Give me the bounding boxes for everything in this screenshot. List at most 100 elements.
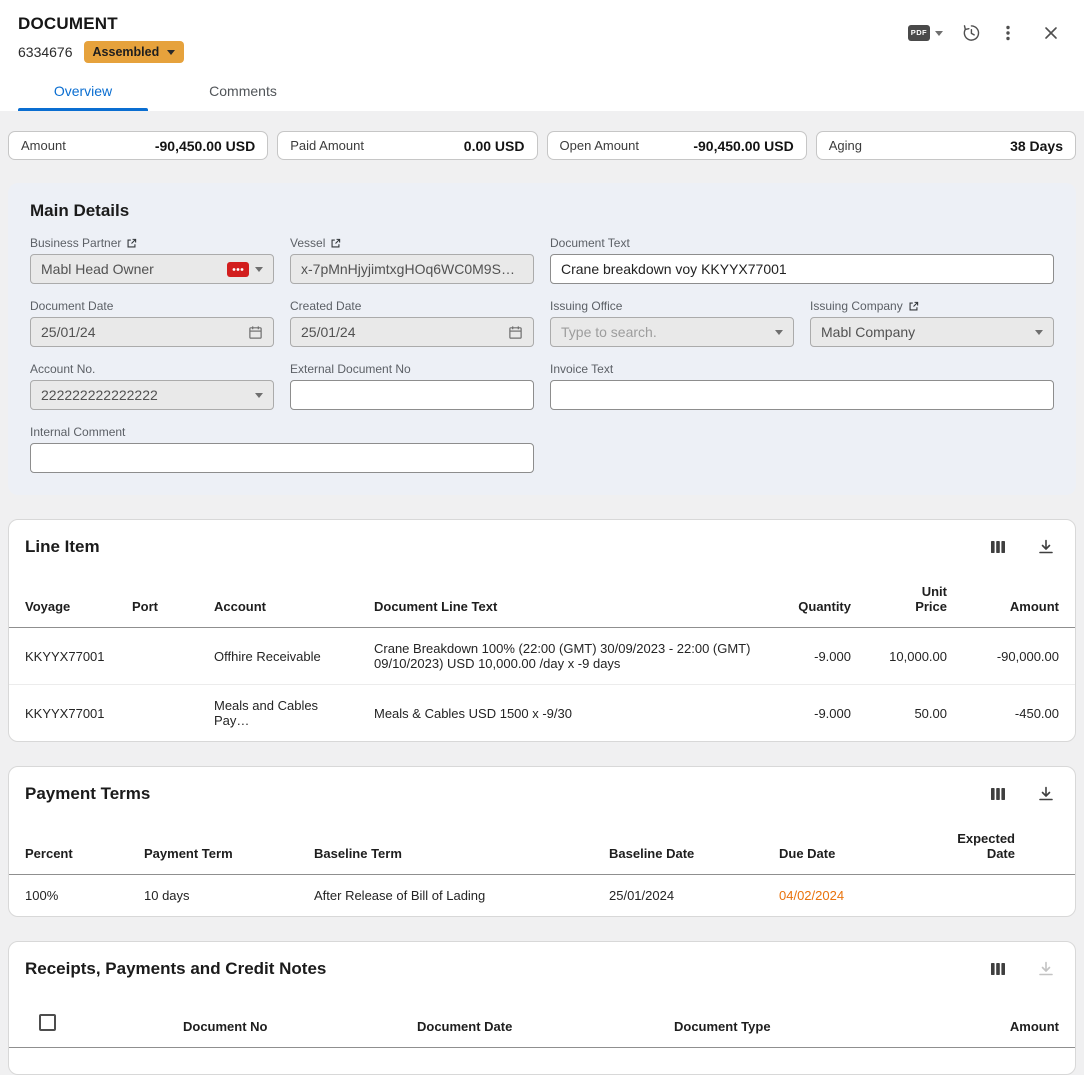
- field-external-document-no: External Document No: [290, 362, 534, 410]
- cell-unit-price: 50.00: [863, 685, 959, 742]
- columns-icon: [989, 960, 1007, 978]
- history-button[interactable]: [958, 20, 984, 46]
- download-icon: [1037, 960, 1055, 978]
- chevron-down-icon: [935, 31, 943, 36]
- summary-cards: Amount -90,450.00 USD Paid Amount 0.00 U…: [8, 131, 1076, 160]
- close-button[interactable]: [1040, 22, 1062, 44]
- field-label-text: Issuing Company: [810, 299, 903, 313]
- cell-voyage: KKYYX77001: [9, 685, 120, 742]
- summary-card-amount: Amount -90,450.00 USD: [8, 131, 268, 160]
- column-header-baseline-term: Baseline Term: [302, 813, 597, 875]
- status-badge[interactable]: Assembled: [84, 41, 185, 63]
- summary-label: Amount: [21, 138, 66, 153]
- payment-terms-title: Payment Terms: [25, 784, 150, 804]
- cell-expected-date: [917, 875, 1075, 917]
- field-vessel: Vessel x-7pMnHjyjimtxgHOq6WC0M9SNft…: [290, 236, 534, 284]
- field-label-text: Vessel: [290, 236, 325, 250]
- business-partner-select: Mabl Head Owner: [30, 254, 274, 284]
- summary-value: 0.00 USD: [464, 138, 525, 154]
- table-header-row: Voyage Port Account Document Line Text Q…: [9, 566, 1075, 628]
- field-label-text: Account No.: [30, 362, 95, 376]
- cell-unit-price: 10,000.00: [863, 628, 959, 685]
- tab-bar: Overview Comments: [18, 73, 1066, 111]
- invoice-text-label: Invoice Text: [550, 362, 1054, 376]
- main-details-title: Main Details: [30, 201, 1054, 221]
- column-settings-button[interactable]: [987, 783, 1009, 805]
- summary-label: Open Amount: [560, 138, 640, 153]
- chevron-down-icon: [255, 393, 263, 398]
- chevron-down-icon: [255, 267, 263, 272]
- column-header-due-date: Due Date: [767, 813, 917, 875]
- pdf-icon: PDF: [908, 25, 930, 41]
- column-header-percent: Percent: [9, 813, 132, 875]
- issuing-office-label: Issuing Office: [550, 299, 794, 313]
- download-button[interactable]: [1035, 536, 1057, 558]
- kebab-menu-icon: [999, 24, 1017, 42]
- issuing-office-select: Type to search.: [550, 317, 794, 347]
- calendar-icon: [248, 325, 263, 340]
- document-date-value: 25/01/24: [41, 324, 242, 340]
- line-item-table: Voyage Port Account Document Line Text Q…: [9, 566, 1075, 741]
- status-badge-label: Assembled: [93, 45, 160, 59]
- column-header-amount: Amount: [955, 996, 1075, 1048]
- account-no-select: 222222222222222: [30, 380, 274, 410]
- document-text-input[interactable]: [550, 254, 1054, 284]
- field-invoice-text: Invoice Text: [550, 362, 1054, 410]
- field-account-no: Account No. 222222222222222: [30, 362, 274, 410]
- column-header-amount: Amount: [959, 566, 1075, 628]
- issuing-office-placeholder: Type to search.: [561, 324, 769, 340]
- column-header-document-no: Document No: [171, 996, 405, 1048]
- table-header-row: Document No Document Date Document Type …: [9, 996, 1075, 1048]
- pdf-export-button[interactable]: PDF: [905, 22, 946, 44]
- line-item-title: Line Item: [25, 537, 100, 557]
- created-date-label: Created Date: [290, 299, 534, 313]
- field-issuing-office: Issuing Office Type to search.: [550, 299, 794, 347]
- column-header-expected-date: Expected Date: [917, 813, 1075, 875]
- receipts-card: Receipts, Payments and Credit Notes: [8, 941, 1076, 1075]
- summary-card-aging: Aging 38 Days: [816, 131, 1076, 160]
- external-link-icon[interactable]: [330, 238, 341, 249]
- business-partner-badge-icon: [227, 262, 249, 277]
- internal-comment-input[interactable]: [30, 443, 534, 473]
- field-label-text: External Document No: [290, 362, 411, 376]
- vessel-value: x-7pMnHjyjimtxgHOq6WC0M9SNft…: [301, 261, 523, 277]
- field-label-text: Issuing Office: [550, 299, 622, 313]
- empty-table-body: [9, 1048, 1075, 1075]
- internal-comment-label: Internal Comment: [30, 425, 534, 439]
- external-document-no-input[interactable]: [290, 380, 534, 410]
- download-icon: [1037, 785, 1055, 803]
- created-date-value: 25/01/24: [301, 324, 502, 340]
- column-header-document-line-text: Document Line Text: [362, 566, 773, 628]
- chevron-down-icon: [775, 330, 783, 335]
- cell-baseline-term: After Release of Bill of Lading: [302, 875, 597, 917]
- download-button[interactable]: [1035, 783, 1057, 805]
- issuing-company-select: Mabl Company: [810, 317, 1054, 347]
- cell-account: Offhire Receivable: [202, 628, 362, 685]
- columns-icon: [989, 785, 1007, 803]
- columns-icon: [989, 538, 1007, 556]
- document-date-input: 25/01/24: [30, 317, 274, 347]
- cell-account: Meals and Cables Pay…: [202, 685, 362, 742]
- cell-voyage: KKYYX77001: [9, 628, 120, 685]
- column-header-document-date: Document Date: [405, 996, 662, 1048]
- column-header-baseline-date: Baseline Date: [597, 813, 767, 875]
- external-link-icon[interactable]: [908, 301, 919, 312]
- field-issuing-company: Issuing Company Mabl Company: [810, 299, 1054, 347]
- external-link-icon[interactable]: [126, 238, 137, 249]
- column-settings-button[interactable]: [987, 536, 1009, 558]
- page-title: DOCUMENT: [18, 14, 184, 34]
- cell-amount: -450.00: [959, 685, 1075, 742]
- tab-overview[interactable]: Overview: [18, 73, 148, 111]
- field-label-text: Invoice Text: [550, 362, 613, 376]
- column-settings-button[interactable]: [987, 958, 1009, 980]
- receipts-title: Receipts, Payments and Credit Notes: [25, 959, 326, 979]
- chevron-down-icon: [167, 50, 175, 55]
- calendar-icon: [508, 325, 523, 340]
- more-options-button[interactable]: [996, 21, 1020, 45]
- select-all-checkbox[interactable]: [39, 1014, 56, 1031]
- column-header-select: [9, 996, 171, 1048]
- page-content: Amount -90,450.00 USD Paid Amount 0.00 U…: [0, 111, 1084, 1075]
- invoice-text-input[interactable]: [550, 380, 1054, 410]
- document-header: DOCUMENT 6334676 Assembled PDF: [0, 0, 1084, 111]
- tab-comments[interactable]: Comments: [178, 73, 308, 111]
